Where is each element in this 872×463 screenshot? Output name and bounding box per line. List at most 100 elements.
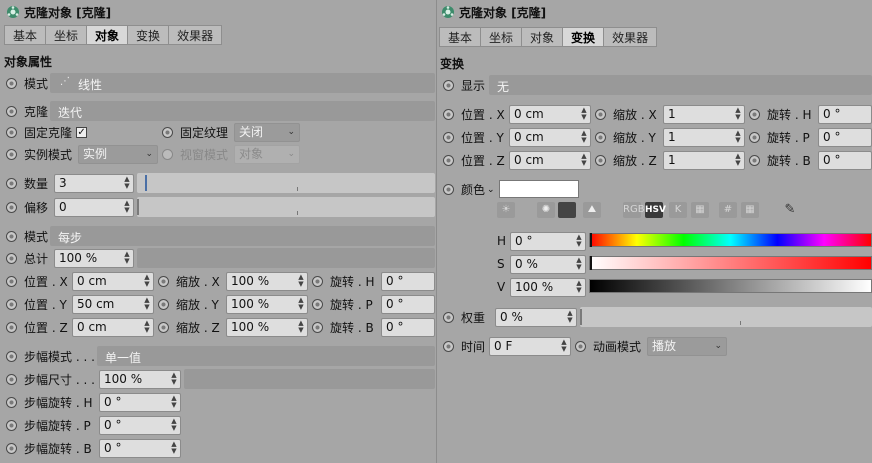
mode-select[interactable]: ⋰ 线性	[50, 73, 435, 93]
anim-dot-icon[interactable]	[6, 202, 17, 213]
rot-h-input[interactable]: 0 °	[381, 272, 435, 291]
stepper-icon[interactable]: ▲ ▼	[734, 130, 742, 145]
slider-handle[interactable]	[137, 199, 139, 215]
anim-dot-icon[interactable]	[6, 351, 17, 362]
anim-dot-icon[interactable]	[575, 341, 586, 352]
fix-texture-select[interactable]: 关闭 ⌄	[234, 123, 300, 142]
anim-dot-icon[interactable]	[158, 299, 169, 310]
anim-dot-icon[interactable]	[749, 155, 760, 166]
anim-dot-icon[interactable]	[6, 374, 17, 385]
anim-dot-icon[interactable]	[6, 299, 17, 310]
stepper-icon[interactable]: ▲ ▼	[580, 153, 588, 168]
anim-dot-icon[interactable]	[162, 127, 173, 138]
stepper-icon[interactable]: ▲ ▼	[143, 320, 151, 335]
stepper-icon[interactable]: ▲ ▼	[560, 339, 568, 354]
stepper-icon[interactable]: ▲ ▼	[143, 297, 151, 312]
stepper-icon[interactable]: ▲ ▼	[170, 395, 178, 410]
eyedropper-icon[interactable]: ✎	[781, 202, 799, 218]
stepper-icon[interactable]: ▲ ▼	[580, 107, 588, 122]
value-gradient-slider[interactable]	[589, 279, 872, 293]
anim-dot-icon[interactable]	[443, 184, 454, 195]
swatches-button[interactable]: ▦	[741, 202, 759, 218]
pos-y-input[interactable]: 50 cm ▲ ▼	[72, 295, 154, 314]
image-icon[interactable]: ⛰	[583, 202, 601, 218]
offset-slider[interactable]	[137, 197, 435, 217]
total-input[interactable]: 100 % ▲ ▼	[54, 249, 134, 268]
anim-dot-icon[interactable]	[6, 78, 17, 89]
mixer-button[interactable]: ▦	[691, 202, 709, 218]
anim-dot-icon[interactable]	[443, 155, 454, 166]
stepper-icon[interactable]: ▲ ▼	[143, 274, 151, 289]
anim-dot-icon[interactable]	[6, 420, 17, 431]
stepper-icon[interactable]: ▲ ▼	[580, 130, 588, 145]
stepper-icon[interactable]: ▲ ▼	[297, 320, 305, 335]
color-wheel-icon[interactable]: ✺	[537, 202, 555, 218]
total-slider-track[interactable]	[137, 248, 435, 268]
spectrum-icon[interactable]	[558, 202, 576, 218]
r-rot-b-input[interactable]: 0 °	[818, 151, 872, 170]
stepper-icon[interactable]: ▲ ▼	[297, 297, 305, 312]
anim-dot-icon[interactable]	[158, 276, 169, 287]
right-tab-object[interactable]: 对象	[521, 27, 564, 47]
step-size-input[interactable]: 100 % ▲ ▼	[99, 370, 181, 389]
hsv-button[interactable]: HSV	[645, 202, 666, 218]
stepper-icon[interactable]: ▲ ▼	[575, 280, 583, 295]
stepper-icon[interactable]: ▲ ▼	[170, 372, 178, 387]
anim-dot-icon[interactable]	[595, 155, 606, 166]
hue-gradient-slider[interactable]	[589, 233, 872, 247]
h-input[interactable]: 0 ° ▲ ▼	[510, 232, 586, 251]
weight-input[interactable]: 0 % ▲ ▼	[495, 308, 577, 327]
r-pos-x-input[interactable]: 0 cm ▲ ▼	[509, 105, 591, 124]
clone-select[interactable]: 迭代	[50, 101, 435, 121]
rgb-button[interactable]: RGB	[623, 202, 645, 218]
time-input[interactable]: 0 F ▲ ▼	[489, 337, 571, 356]
anim-dot-icon[interactable]	[443, 341, 454, 352]
anim-dot-icon[interactable]	[6, 231, 17, 242]
anim-mode-select[interactable]: 播放 ⌄	[647, 337, 727, 356]
anim-dot-icon[interactable]	[595, 109, 606, 120]
anim-dot-icon[interactable]	[595, 132, 606, 143]
anim-dot-icon[interactable]	[312, 276, 323, 287]
right-tab-effectors[interactable]: 效果器	[603, 27, 658, 47]
anim-dot-icon[interactable]	[6, 443, 17, 454]
stepper-icon[interactable]: ▲ ▼	[123, 251, 131, 266]
slider-handle[interactable]	[590, 256, 592, 270]
left-tab-effectors[interactable]: 效果器	[168, 25, 223, 45]
count-input[interactable]: 3 ▲ ▼	[54, 174, 134, 193]
anim-dot-icon[interactable]	[6, 276, 17, 287]
stepper-icon[interactable]: ▲ ▼	[734, 107, 742, 122]
r-pos-z-input[interactable]: 0 cm ▲ ▼	[509, 151, 591, 170]
anim-dot-icon[interactable]	[443, 132, 454, 143]
r-scale-z-input[interactable]: 1 ▲ ▼	[663, 151, 745, 170]
chevron-down-icon[interactable]: ⌄	[487, 185, 495, 195]
anim-dot-icon[interactable]	[6, 253, 17, 264]
stepper-icon[interactable]: ▲ ▼	[170, 441, 178, 456]
v-input[interactable]: 100 % ▲ ▼	[510, 278, 586, 297]
stepper-icon[interactable]: ▲ ▼	[566, 310, 574, 325]
right-tab-coord[interactable]: 坐标	[480, 27, 523, 47]
stepper-icon[interactable]: ▲ ▼	[297, 274, 305, 289]
left-tab-coord[interactable]: 坐标	[45, 25, 88, 45]
r-pos-y-input[interactable]: 0 cm ▲ ▼	[509, 128, 591, 147]
anim-dot-icon[interactable]	[312, 322, 323, 333]
offset-input[interactable]: 0 ▲ ▼	[54, 198, 134, 217]
stepper-icon[interactable]: ▲ ▼	[123, 200, 131, 215]
anim-dot-icon[interactable]	[443, 109, 454, 120]
right-tab-transform[interactable]: 变换	[562, 27, 605, 47]
slider-handle[interactable]	[590, 233, 592, 247]
stepper-icon[interactable]: ▲ ▼	[575, 257, 583, 272]
color-wheel-sun-icon[interactable]: ☀	[497, 202, 515, 218]
step-size-slider-track[interactable]	[184, 369, 435, 389]
right-tab-basic[interactable]: 基本	[439, 27, 482, 47]
mode2-select[interactable]: 每步	[50, 226, 435, 246]
rot-b-input[interactable]: 0 °	[381, 318, 435, 337]
hex-button[interactable]: #	[719, 202, 737, 218]
anim-dot-icon[interactable]	[158, 322, 169, 333]
anim-dot-icon[interactable]	[312, 299, 323, 310]
anim-dot-icon[interactable]	[6, 149, 17, 160]
step-mode-select[interactable]: 单一值	[97, 346, 435, 366]
stepper-icon[interactable]: ▲ ▼	[170, 418, 178, 433]
anim-dot-icon[interactable]	[749, 132, 760, 143]
r-rot-h-input[interactable]: 0 °	[818, 105, 872, 124]
anim-dot-icon[interactable]	[6, 178, 17, 189]
